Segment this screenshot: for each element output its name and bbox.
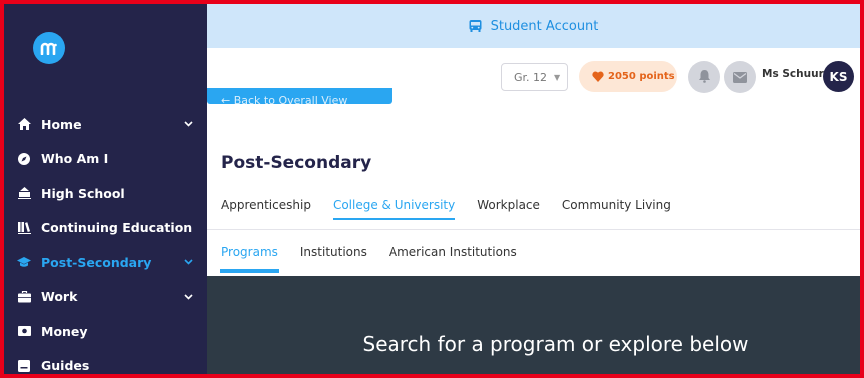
- back-to-overall-view-button[interactable]: ← Back to Overall View: [207, 88, 392, 104]
- primary-tabs: Apprenticeship College & University Work…: [221, 198, 693, 220]
- sidebar-item-label: Work: [41, 289, 78, 305]
- briefcase-icon: [17, 290, 31, 304]
- bell-icon: [698, 68, 711, 87]
- sidebar-item-money[interactable]: Money: [4, 314, 207, 349]
- sidebar-item-home[interactable]: Home: [4, 107, 207, 142]
- grade-select[interactable]: Gr. 12 ▼: [501, 63, 568, 91]
- heart-icon: [592, 71, 604, 82]
- sidebar-item-label: Post-Secondary: [41, 254, 152, 270]
- sidebar-item-label: High School: [41, 185, 125, 201]
- secondary-tabs: Programs Institutions American Instituti…: [220, 245, 539, 273]
- logo-icon: [40, 42, 57, 55]
- tab-apprenticeship[interactable]: Apprenticeship: [221, 198, 311, 212]
- user-name[interactable]: Ms Schuur: [762, 68, 824, 80]
- main-content: Student Account Gr. 12 ▼ 2050 points Ms …: [207, 4, 860, 374]
- app-frame: Home Who Am I High School Continuing Edu…: [0, 0, 864, 378]
- caret-down-icon: ▼: [554, 72, 561, 82]
- chevron-down-icon: [182, 121, 194, 127]
- tab-community-living[interactable]: Community Living: [562, 198, 671, 212]
- sidebar-item-label: Guides: [41, 358, 90, 374]
- chevron-down-icon: [182, 259, 194, 265]
- sidebar: Home Who Am I High School Continuing Edu…: [4, 4, 207, 374]
- sidebar-item-work[interactable]: Work: [4, 280, 207, 315]
- money-icon: [17, 324, 31, 338]
- tab-programs[interactable]: Programs: [220, 245, 279, 273]
- tab-college-university[interactable]: College & University: [332, 198, 456, 220]
- graduation-cap-icon: [17, 255, 31, 269]
- sidebar-item-guides[interactable]: Guides: [4, 349, 207, 375]
- tab-institutions[interactable]: Institutions: [300, 245, 367, 259]
- sidebar-item-label: Home: [41, 116, 82, 132]
- home-icon: [17, 117, 31, 131]
- school-icon: [17, 186, 31, 200]
- sidebar-item-high-school[interactable]: High School: [4, 176, 207, 211]
- hero-heading: Search for a program or explore below: [362, 332, 749, 356]
- chevron-down-icon: [182, 294, 194, 300]
- sidebar-item-who-am-i[interactable]: Who Am I: [4, 142, 207, 177]
- guides-icon: [17, 359, 31, 373]
- student-account-banner: Student Account: [207, 4, 860, 48]
- avatar[interactable]: KS: [823, 61, 854, 92]
- tabs-divider: [207, 229, 860, 230]
- sidebar-item-label: Continuing Education: [41, 220, 193, 236]
- banner-label: Student Account: [490, 18, 599, 34]
- library-icon: [17, 221, 31, 235]
- messages-button[interactable]: [724, 61, 756, 93]
- points-badge[interactable]: 2050 points: [579, 61, 677, 92]
- mail-icon: [733, 68, 747, 87]
- sidebar-item-continuing-education[interactable]: Continuing Education: [4, 211, 207, 246]
- points-value: 2050 points: [608, 71, 675, 82]
- app-logo[interactable]: [33, 32, 65, 64]
- tab-workplace[interactable]: Workplace: [477, 198, 540, 212]
- sidebar-item-label: Who Am I: [41, 151, 109, 167]
- compass-icon: [17, 152, 31, 166]
- sidebar-item-post-secondary[interactable]: Post-Secondary: [4, 245, 207, 280]
- page-title: Post-Secondary: [221, 153, 372, 173]
- bus-icon: [469, 20, 482, 32]
- search-hero: Search for a program or explore below: [207, 276, 860, 374]
- tab-american-institutions[interactable]: American Institutions: [389, 245, 517, 259]
- back-button-label: ← Back to Overall View: [221, 94, 348, 104]
- grade-value: Gr. 12: [514, 70, 548, 84]
- sidebar-item-label: Money: [41, 323, 88, 339]
- notifications-button[interactable]: [688, 61, 720, 93]
- sidebar-nav: Home Who Am I High School Continuing Edu…: [4, 107, 207, 375]
